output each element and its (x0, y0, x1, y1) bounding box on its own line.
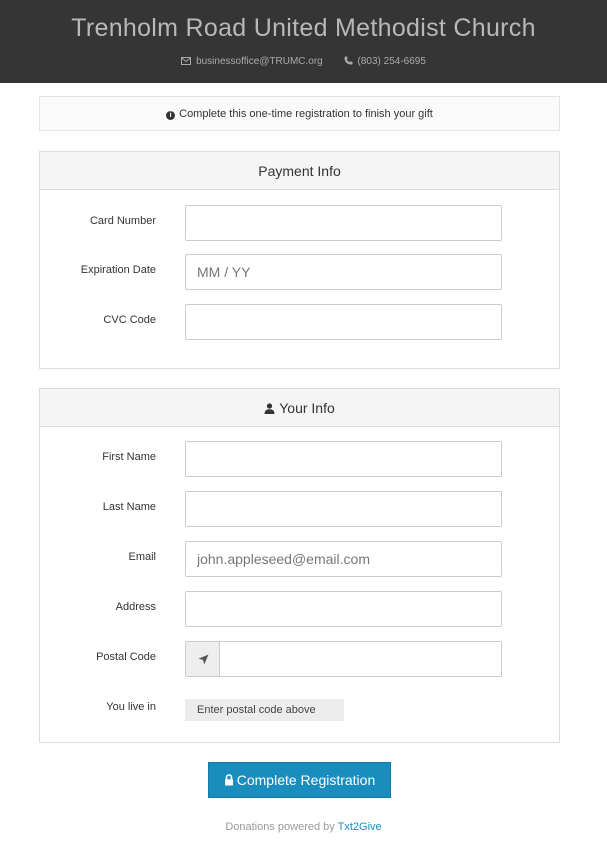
location-arrow-icon (198, 654, 209, 665)
postal-code-label: Postal Code (96, 651, 156, 663)
postal-code-row: Postal Code (40, 641, 559, 677)
site-header: Trenholm Road United Methodist Church bu… (0, 0, 607, 83)
envelope-icon (181, 57, 192, 65)
address-row: Address (40, 591, 559, 627)
expiration-label: Expiration Date (80, 264, 156, 276)
lock-icon (224, 774, 233, 786)
postal-code-input[interactable] (219, 641, 502, 677)
phone-icon (344, 56, 353, 65)
address-input[interactable] (185, 591, 502, 627)
complete-registration-button[interactable]: Complete Registration (208, 762, 391, 798)
card-number-row: Card Number (40, 205, 559, 241)
contact-email[interactable]: businessoffice@TRUMC.org (181, 56, 323, 67)
contact-phone[interactable]: (803) 254-6695 (344, 56, 426, 67)
first-name-input[interactable] (185, 441, 502, 477)
cvc-input[interactable] (185, 304, 502, 340)
last-name-input[interactable] (185, 491, 502, 527)
cvc-label: CVC Code (103, 314, 156, 326)
last-name-row: Last Name (40, 491, 559, 527)
geolocate-button[interactable] (185, 641, 220, 677)
address-label: Address (115, 601, 156, 613)
txt2give-link[interactable]: Txt2Give (338, 821, 382, 833)
expiration-input[interactable] (185, 254, 502, 290)
you-live-in-row: You live in Enter postal code above (40, 691, 559, 727)
email-label: Email (128, 551, 156, 563)
email-text: businessoffice@TRUMC.org (196, 56, 323, 67)
expiration-row: Expiration Date (40, 254, 559, 290)
user-icon (264, 403, 275, 414)
location-display: Enter postal code above (185, 699, 344, 721)
info-icon: i (166, 111, 176, 120)
first-name-row: First Name (40, 441, 559, 477)
you-live-in-label: You live in (106, 701, 156, 713)
your-info-heading: Your Info (40, 389, 559, 427)
church-title: Trenholm Road United Methodist Church (71, 14, 536, 42)
footer-text: Donations powered by (225, 821, 335, 833)
card-number-input[interactable] (185, 205, 502, 241)
email-input[interactable] (185, 541, 502, 577)
your-info-panel: Your Info First Name Last Name Email Add… (39, 388, 560, 743)
complete-registration-label: Complete Registration (236, 772, 376, 788)
registration-notice: i Complete this one-time registration to … (39, 96, 560, 131)
notice-text: Complete this one-time registration to f… (179, 108, 433, 120)
card-number-label: Card Number (89, 215, 156, 227)
your-info-title: Your Info (279, 400, 335, 416)
cvc-row: CVC Code (40, 304, 559, 340)
footer: Donations powered by Txt2Give (0, 821, 607, 833)
email-row: Email (40, 541, 559, 577)
first-name-label: First Name (102, 451, 156, 463)
payment-info-panel: Payment Info Card Number Expiration Date… (39, 151, 560, 369)
last-name-label: Last Name (102, 501, 156, 513)
phone-text: (803) 254-6695 (357, 56, 426, 67)
contact-bar: businessoffice@TRUMC.org (803) 254-6695 (0, 56, 607, 67)
payment-info-heading: Payment Info (40, 152, 559, 190)
